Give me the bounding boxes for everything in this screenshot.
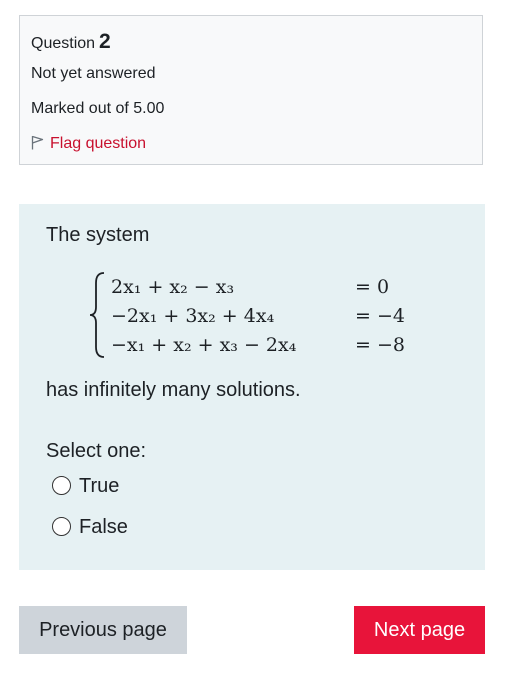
option-true[interactable]: True <box>52 473 119 499</box>
option-true-radio[interactable] <box>52 476 71 495</box>
option-false-radio[interactable] <box>52 517 71 536</box>
question-label: Question <box>31 35 96 52</box>
option-false[interactable]: False <box>52 514 128 540</box>
question-outro-text: has infinitely many solutions. <box>46 379 301 401</box>
question-intro-text: The system <box>46 224 150 246</box>
select-one-prompt: Select one: <box>46 440 147 462</box>
question-number-heading: Question 2 <box>31 30 111 54</box>
equation-2-rhs: = −4 <box>355 305 405 327</box>
previous-page-button[interactable]: Previous page <box>19 606 187 654</box>
question-info-panel: Question 2 Not yet answered Marked out of… <box>19 15 483 165</box>
option-false-label[interactable]: False <box>79 516 128 538</box>
left-brace <box>89 272 105 358</box>
question-content: The system 2x₁ + x₂ − x₃ = 0 −2x₁ + 3x₂ … <box>19 204 485 570</box>
equation-3-lhs: −x₁ + x₂ + x₃ − 2x₄ <box>111 334 297 356</box>
question-grade: Marked out of 5.00 <box>31 100 165 117</box>
flag-question-link[interactable]: Flag question <box>31 135 146 153</box>
equation-1-lhs: 2x₁ + x₂ − x₃ <box>111 276 235 298</box>
equation-1-rhs: = 0 <box>355 276 390 298</box>
question-state: Not yet answered <box>31 65 156 82</box>
flag-icon <box>31 135 44 150</box>
equation-2-lhs: −2x₁ + 3x₂ + 4x₄ <box>111 305 275 327</box>
next-page-button[interactable]: Next page <box>354 606 485 654</box>
question-number: 2 <box>99 30 111 53</box>
equation-system: 2x₁ + x₂ − x₃ = 0 −2x₁ + 3x₂ + 4x₄ = −4 … <box>89 269 419 361</box>
flag-question-label: Flag question <box>50 135 147 152</box>
option-true-label[interactable]: True <box>79 475 119 497</box>
equation-3-rhs: = −8 <box>355 334 405 356</box>
